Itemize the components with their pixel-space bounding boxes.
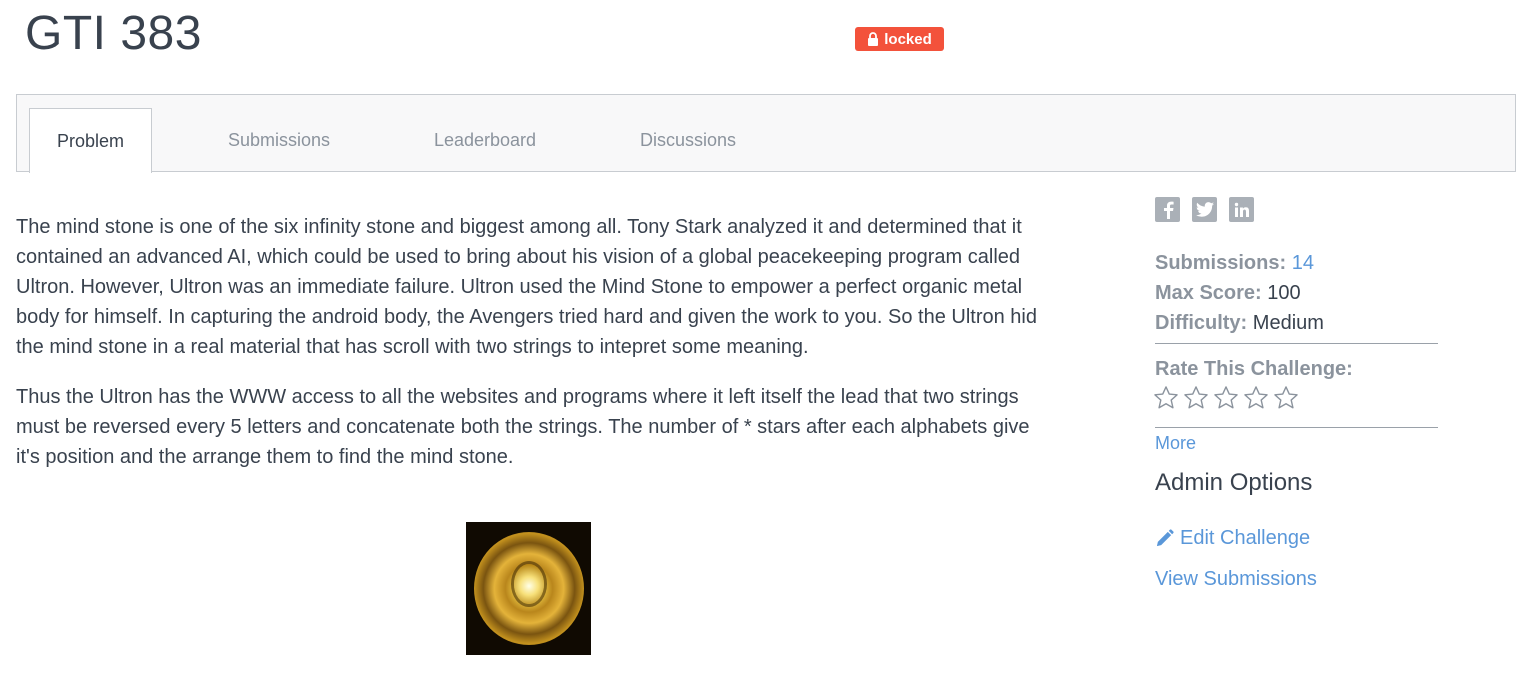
star-icon[interactable] [1183,385,1209,411]
tab-problem[interactable]: Problem [29,108,152,173]
difficulty-value: Medium [1252,312,1324,334]
more-link[interactable]: More [1155,431,1438,455]
linkedin-icon[interactable] [1229,197,1254,222]
star-icon[interactable] [1243,385,1269,411]
lock-icon [868,32,879,46]
max-score-value: 100 [1267,282,1301,304]
challenge-meta: Submissions: 14 Max Score: 100 Difficult… [1155,248,1438,338]
twitter-icon[interactable] [1192,197,1217,222]
submissions-label: Submissions: [1155,252,1287,274]
pencil-icon [1156,528,1174,546]
tab-bar: Problem Submissions Leaderboard Discussi… [16,94,1516,173]
divider [1155,427,1438,428]
badge-label: locked [884,30,932,48]
difficulty-row: Difficulty: Medium [1155,308,1438,338]
edit-challenge-link[interactable]: Edit Challenge [1155,523,1438,553]
tab-discussions[interactable]: Discussions [620,108,756,172]
view-submissions-link[interactable]: View Submissions [1155,564,1438,594]
edit-challenge-label: Edit Challenge [1180,527,1311,549]
divider [1155,343,1438,344]
difficulty-label: Difficulty: [1155,312,1248,334]
max-score-row: Max Score: 100 [1155,278,1438,308]
social-share [1155,197,1254,222]
facebook-icon[interactable] [1155,197,1180,222]
submissions-count-link[interactable]: 14 [1292,252,1314,274]
tab-submissions[interactable]: Submissions [207,108,351,172]
problem-paragraph: Thus the Ultron has the WWW access to al… [16,386,1030,468]
page-title: GTI 383 [25,7,202,60]
star-icon[interactable] [1153,385,1179,411]
submissions-row: Submissions: 14 [1155,248,1438,278]
star-icon[interactable] [1273,385,1299,411]
mind-stone-image [466,522,591,655]
locked-badge: locked [855,27,944,51]
max-score-label: Max Score: [1155,282,1262,304]
problem-statement: The mind stone is one of the six infinit… [16,212,1041,492]
rating-stars [1153,385,1299,411]
admin-options-heading: Admin Options [1155,469,1313,496]
rate-challenge-label: Rate This Challenge: [1155,358,1353,380]
problem-paragraph: The mind stone is one of the six infinit… [16,216,1037,358]
tab-leaderboard[interactable]: Leaderboard [412,108,558,172]
star-icon[interactable] [1213,385,1239,411]
